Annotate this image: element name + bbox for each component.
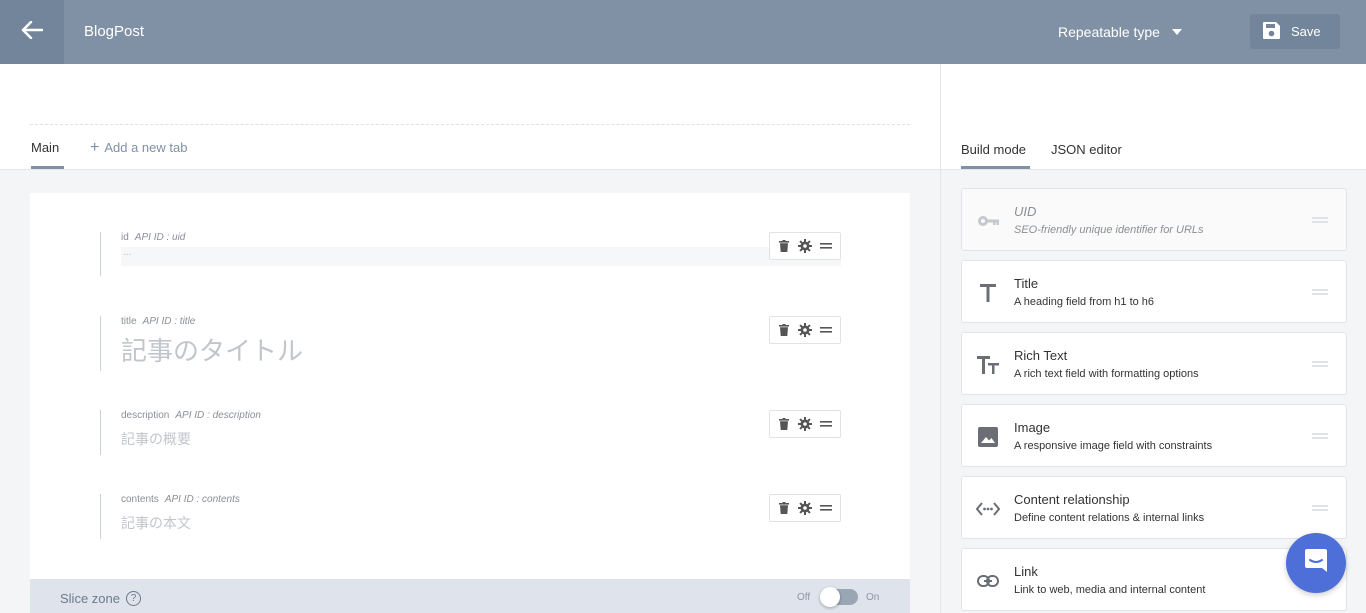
field-tools bbox=[769, 494, 841, 522]
add-tab-button[interactable]: + Add a new tab bbox=[90, 139, 188, 156]
add-tab-label: Add a new tab bbox=[104, 140, 188, 155]
description-placeholder: 記事の概要 bbox=[121, 431, 191, 447]
palette-item-content-relationship[interactable]: Content relationship Define content rela… bbox=[961, 476, 1347, 539]
uid-input[interactable]: ... bbox=[121, 247, 841, 266]
trash-icon[interactable] bbox=[775, 499, 793, 517]
rich-text-icon bbox=[976, 353, 1000, 377]
type-select-label: Repeatable type bbox=[1058, 24, 1160, 40]
field-api-id: API ID : title bbox=[142, 316, 196, 327]
field-name: title bbox=[121, 316, 137, 327]
field-meta: description API ID : description bbox=[121, 410, 840, 421]
link-icon bbox=[976, 569, 1000, 593]
relationship-icon bbox=[976, 497, 1000, 521]
tab-build-mode[interactable]: Build mode bbox=[961, 142, 1026, 157]
slice-zone-label: Slice zone bbox=[60, 591, 120, 606]
field-name: contents bbox=[121, 494, 159, 505]
palette-item-desc: A responsive image field with constraint… bbox=[1014, 440, 1213, 452]
palette-item-title: Link bbox=[1014, 564, 1038, 579]
drag-handle-icon bbox=[1312, 217, 1328, 223]
palette-item-desc: Link to web, media and internal content bbox=[1014, 584, 1206, 596]
key-icon bbox=[976, 209, 1000, 233]
field-description[interactable]: description API ID : description 記事の概要 bbox=[100, 410, 840, 455]
palette-item-uid[interactable]: UID SEO-friendly unique identifier for U… bbox=[961, 188, 1347, 251]
drag-handle-icon bbox=[1312, 361, 1328, 367]
gear-icon[interactable] bbox=[796, 415, 814, 433]
field-api-id: API ID : description bbox=[175, 410, 261, 421]
palette-item-desc: A heading field from h1 to h6 bbox=[1014, 296, 1155, 308]
build-panel: Build mode JSON editor UID SEO-friendly … bbox=[940, 64, 1366, 613]
type-select[interactable]: Repeatable type bbox=[1058, 0, 1182, 64]
drag-handle-icon bbox=[1312, 505, 1328, 511]
trash-icon[interactable] bbox=[775, 321, 793, 339]
palette-item-image[interactable]: Image A responsive image field with cons… bbox=[961, 404, 1347, 467]
toggle-knob bbox=[820, 587, 840, 607]
arrow-left-icon bbox=[21, 20, 44, 44]
palette-item-title: Rich Text bbox=[1014, 348, 1068, 363]
field-meta: id API ID : uid bbox=[121, 232, 840, 243]
top-bar: BlogPost Repeatable type Save bbox=[0, 0, 1366, 64]
chevron-down-icon bbox=[1171, 29, 1182, 35]
field-api-id: API ID : uid bbox=[134, 232, 186, 243]
save-button[interactable]: Save bbox=[1250, 14, 1340, 49]
fields-card: id API ID : uid ... title API ID : title 記… bbox=[30, 193, 910, 613]
trash-icon[interactable] bbox=[775, 237, 793, 255]
save-label: Save bbox=[1291, 24, 1321, 39]
palette-item-title: Content relationship bbox=[1014, 492, 1130, 507]
palette-item-title: Image bbox=[1014, 420, 1051, 435]
title-icon bbox=[976, 281, 1000, 305]
gear-icon[interactable] bbox=[796, 237, 814, 255]
slice-zone: Slice zone ? Off On bbox=[30, 579, 910, 613]
field-tools bbox=[769, 232, 841, 260]
chat-icon bbox=[1302, 547, 1330, 580]
palette-item-desc: A rich text field with formatting option… bbox=[1014, 368, 1199, 380]
help-icon[interactable]: ? bbox=[125, 591, 141, 606]
contents-placeholder: 記事の本文 bbox=[121, 515, 191, 531]
drag-handle-icon[interactable] bbox=[817, 499, 835, 517]
palette-item-title: UID bbox=[1014, 204, 1037, 219]
field-tools bbox=[769, 410, 841, 438]
toggle-on-label: On bbox=[866, 592, 880, 603]
plus-icon: + bbox=[90, 139, 100, 156]
toggle-off-label: Off bbox=[797, 592, 811, 603]
palette-item-title-field[interactable]: Title A heading field from h1 to h6 bbox=[961, 260, 1347, 323]
field-title[interactable]: title API ID : title 記事のタイトル bbox=[100, 316, 840, 371]
field-api-id: API ID : contents bbox=[164, 494, 240, 505]
field-meta: contents API ID : contents bbox=[121, 494, 840, 505]
image-icon bbox=[976, 425, 1000, 449]
field-name: id bbox=[121, 232, 129, 243]
drag-handle-icon[interactable] bbox=[817, 321, 835, 339]
custom-type-title: BlogPost bbox=[84, 23, 145, 40]
editor-area: Main + Add a new tab id API ID : uid ... … bbox=[0, 64, 940, 613]
slice-zone-title: Slice zone ? bbox=[60, 591, 141, 606]
palette-item-rich-text[interactable]: Rich Text A rich text field with formatt… bbox=[961, 332, 1347, 395]
slice-zone-toggle[interactable] bbox=[820, 587, 858, 607]
back-button[interactable] bbox=[0, 0, 64, 64]
drag-handle-icon[interactable] bbox=[817, 415, 835, 433]
tab-json-editor[interactable]: JSON editor bbox=[1051, 142, 1122, 157]
divider bbox=[30, 124, 910, 125]
save-icon bbox=[1262, 21, 1281, 43]
trash-icon[interactable] bbox=[775, 415, 793, 433]
drag-handle-icon[interactable] bbox=[817, 237, 835, 255]
field-contents[interactable]: contents API ID : contents 記事の本文 bbox=[100, 494, 840, 539]
gear-icon[interactable] bbox=[796, 499, 814, 517]
field-meta: title API ID : title bbox=[121, 316, 840, 327]
palette-item-desc: SEO-friendly unique identifier for URLs bbox=[1014, 224, 1204, 236]
field-uid[interactable]: id API ID : uid ... bbox=[100, 232, 841, 276]
palette-item-desc: Define content relations & internal link… bbox=[1014, 512, 1205, 524]
chat-launcher-button[interactable] bbox=[1286, 533, 1346, 593]
title-placeholder: 記事のタイトル bbox=[121, 336, 304, 366]
drag-handle-icon bbox=[1312, 433, 1328, 439]
palette-item-title: Title bbox=[1014, 276, 1039, 291]
field-tools bbox=[769, 316, 841, 344]
field-name: description bbox=[121, 410, 170, 421]
gear-icon[interactable] bbox=[796, 321, 814, 339]
drag-handle-icon bbox=[1312, 289, 1328, 295]
